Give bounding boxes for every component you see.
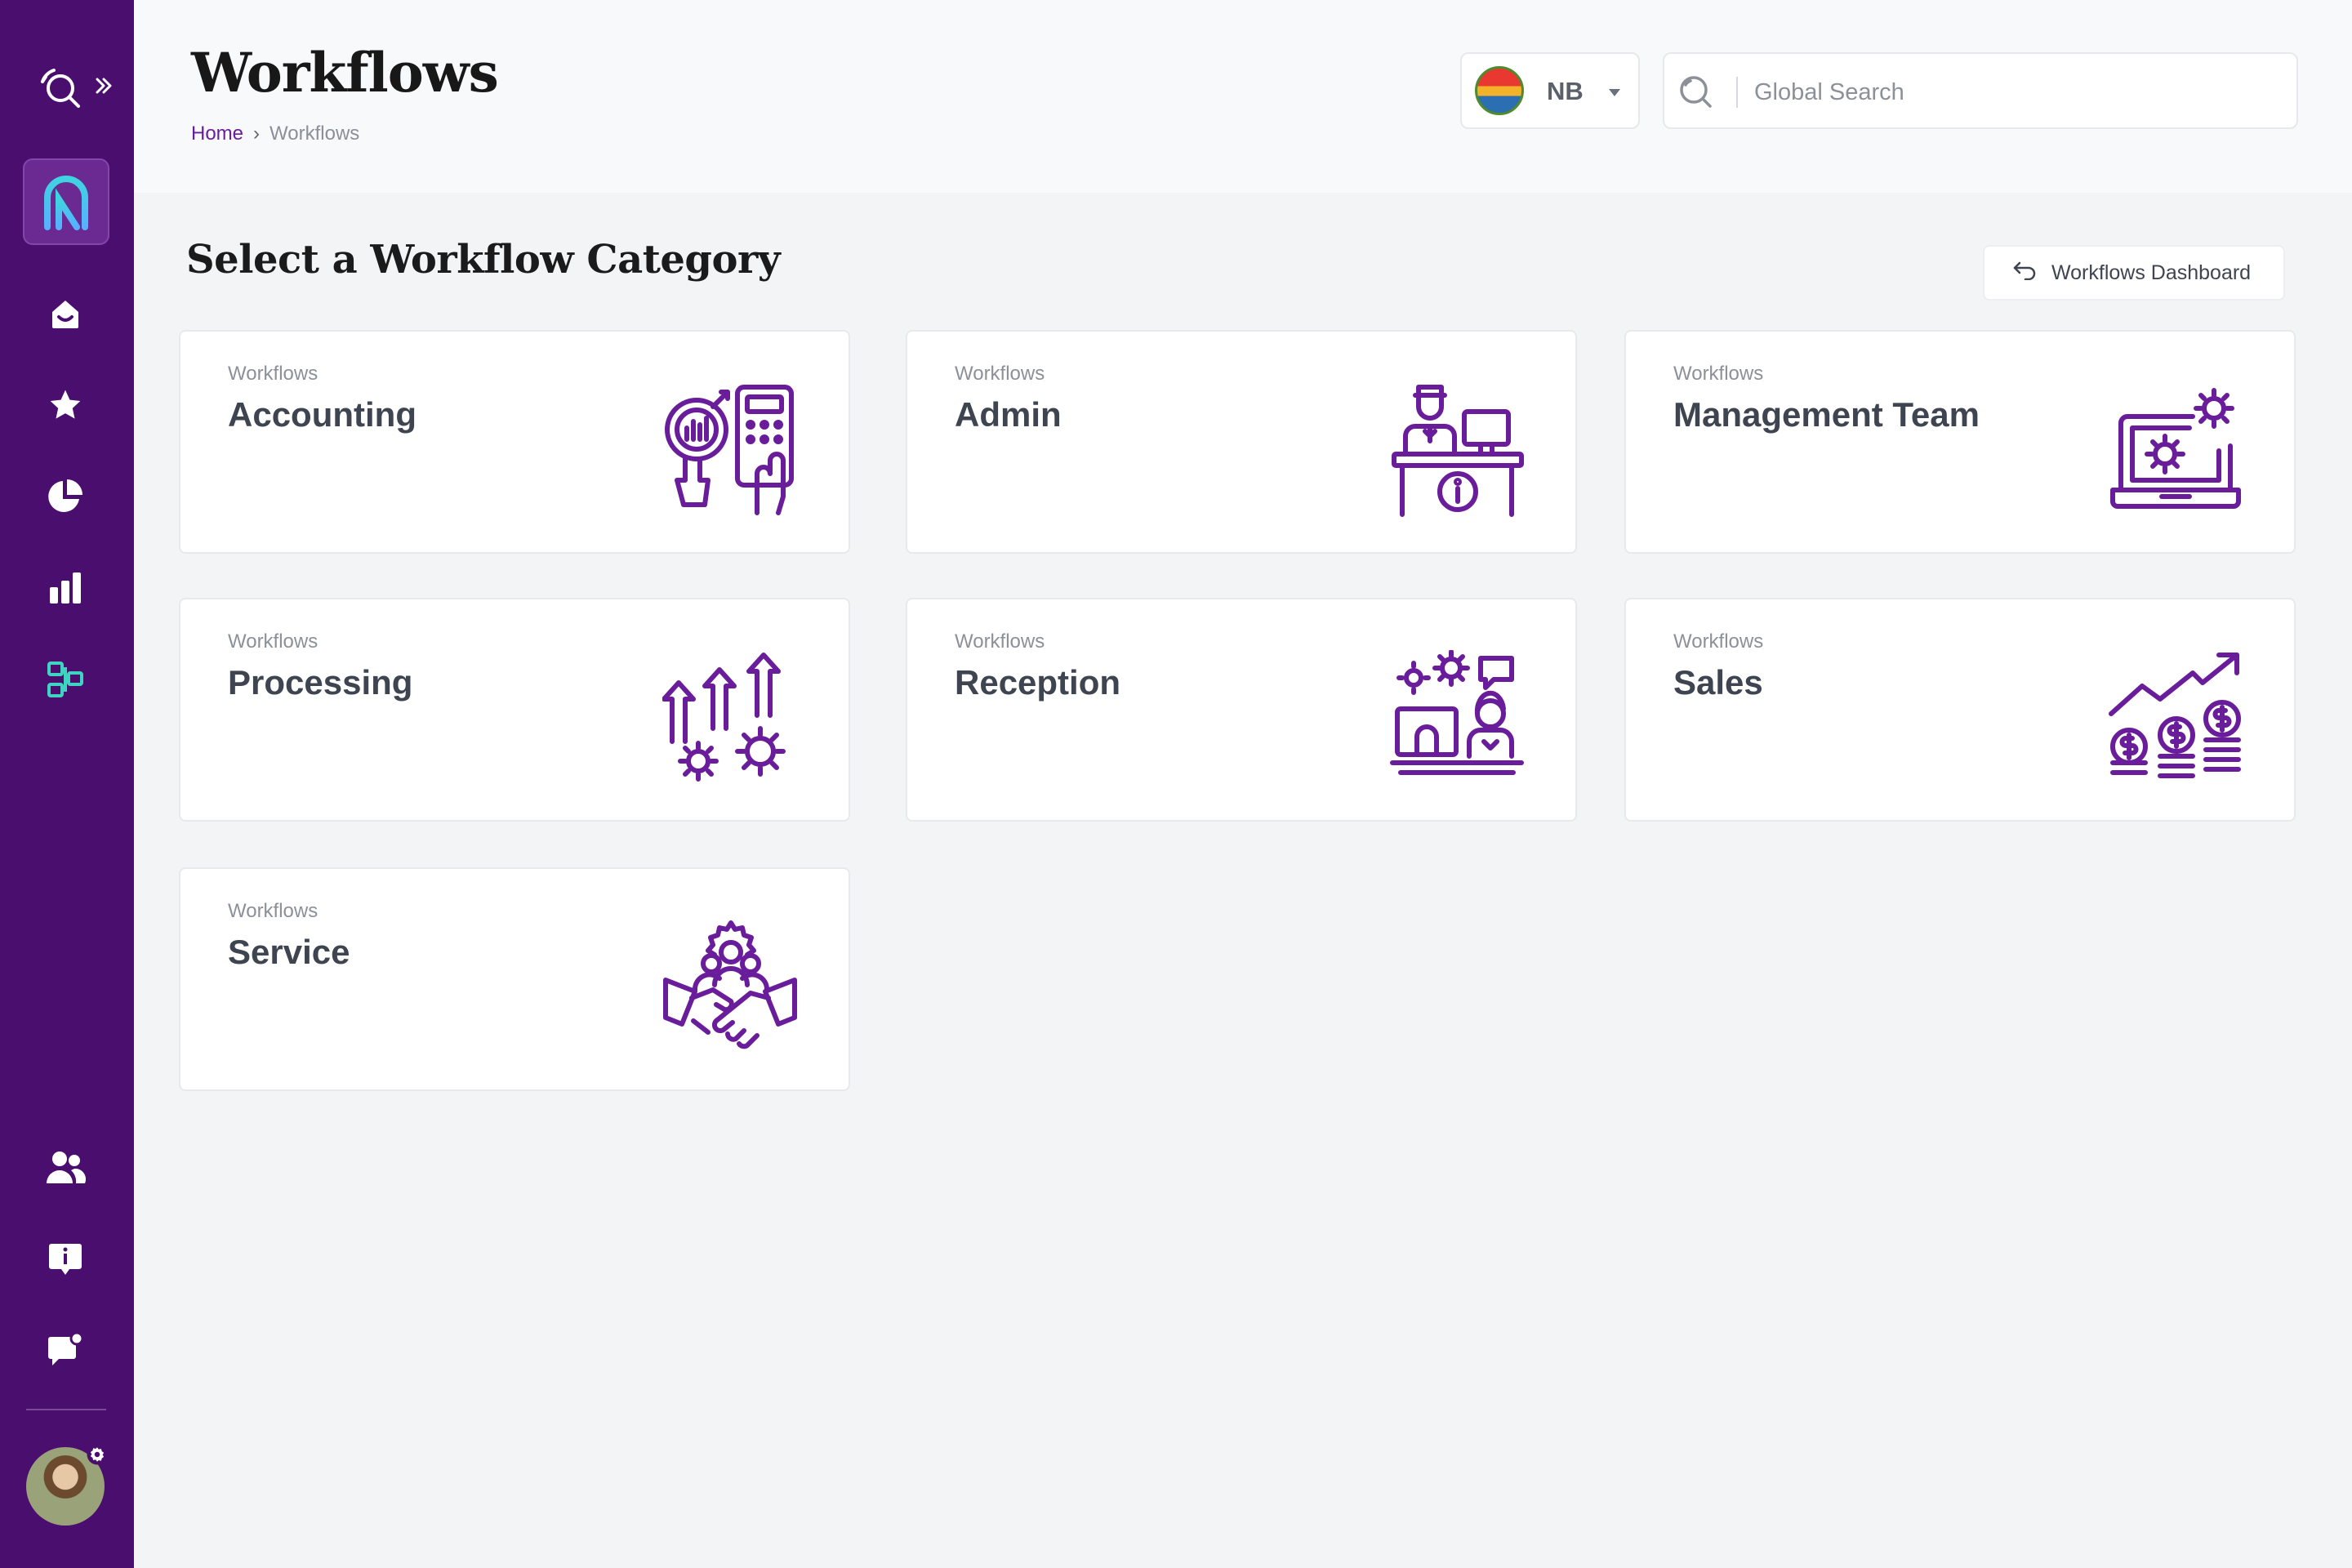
users-icon[interactable]: [39, 1142, 91, 1194]
card-kicker: Workflows: [955, 630, 1045, 653]
workflow-card-admin[interactable]: Workflows Admin: [906, 330, 1577, 554]
handshake-service-icon: [662, 920, 798, 1055]
pie-chart-icon[interactable]: [39, 470, 91, 523]
search-icon[interactable]: [38, 65, 83, 115]
avatar[interactable]: [26, 1444, 108, 1526]
app-logo[interactable]: [23, 158, 109, 245]
return-arrow-icon: [2012, 261, 2037, 286]
card-kicker: Workflows: [955, 363, 1045, 385]
chat-icon[interactable]: [39, 1325, 91, 1377]
chevron-right-icon: ›: [253, 122, 261, 145]
card-title: Management Team: [1673, 395, 1980, 434]
info-icon[interactable]: [39, 1233, 91, 1285]
workflow-icon[interactable]: [39, 653, 91, 706]
bar-chart-icon[interactable]: [39, 562, 91, 614]
card-title: Accounting: [228, 395, 416, 434]
section-title: Select a Workflow Category: [186, 237, 781, 283]
workflows-dashboard-label: Workflows Dashboard: [2051, 261, 2252, 284]
breadcrumb-home-link[interactable]: Home: [191, 122, 243, 145]
card-title: Service: [228, 933, 350, 971]
workflow-card-management-team[interactable]: Workflows Management Team: [1624, 330, 2296, 554]
sales-growth-icon: [2108, 650, 2243, 786]
province-flag-icon: [1475, 66, 1524, 115]
card-title: Processing: [228, 663, 413, 702]
sidebar: [0, 0, 134, 1568]
workflow-card-reception[interactable]: Workflows Reception: [906, 598, 1577, 822]
gear-icon[interactable]: [85, 1442, 109, 1471]
sidebar-top: [0, 54, 134, 119]
inbox-icon[interactable]: [39, 287, 91, 340]
workflow-card-service[interactable]: Workflows Service: [179, 867, 850, 1091]
card-kicker: Workflows: [1673, 363, 1764, 385]
workflow-card-sales[interactable]: Workflows Sales: [1624, 598, 2296, 822]
card-title: Reception: [955, 663, 1121, 702]
global-search-input[interactable]: [1753, 70, 2278, 114]
breadcrumb-current: Workflows: [270, 122, 360, 145]
gears-arrows-icon: [662, 650, 798, 786]
workflow-card-processing[interactable]: Workflows Processing: [179, 598, 850, 822]
card-kicker: Workflows: [228, 363, 318, 385]
region-code: NB: [1547, 77, 1584, 105]
card-kicker: Workflows: [228, 630, 318, 653]
card-title: Admin: [955, 395, 1062, 434]
star-icon[interactable]: [39, 379, 91, 431]
page-header: Workflows Home › Workflows NB: [134, 0, 2352, 193]
page-title: Workflows: [191, 41, 499, 105]
card-title: Sales: [1673, 663, 1763, 702]
sidebar-divider: [26, 1409, 106, 1410]
region-selector[interactable]: NB: [1460, 52, 1640, 129]
reception-desk-icon: [1389, 649, 1525, 786]
search-icon: [1677, 74, 1713, 114]
card-kicker: Workflows: [1673, 630, 1764, 653]
search-divider: [1736, 77, 1738, 108]
global-search[interactable]: [1663, 52, 2298, 129]
admin-desk-icon: [1389, 382, 1525, 518]
workflows-dashboard-button[interactable]: Workflows Dashboard: [1983, 245, 2285, 301]
chevron-double-right-icon[interactable]: [93, 75, 114, 100]
workflow-card-accounting[interactable]: Workflows Accounting: [179, 330, 850, 554]
breadcrumb: Home › Workflows: [191, 122, 359, 145]
card-kicker: Workflows: [228, 900, 318, 922]
laptop-gear-icon: [2108, 382, 2243, 518]
accounting-icon: [662, 382, 798, 518]
caret-down-icon: [1609, 87, 1620, 101]
